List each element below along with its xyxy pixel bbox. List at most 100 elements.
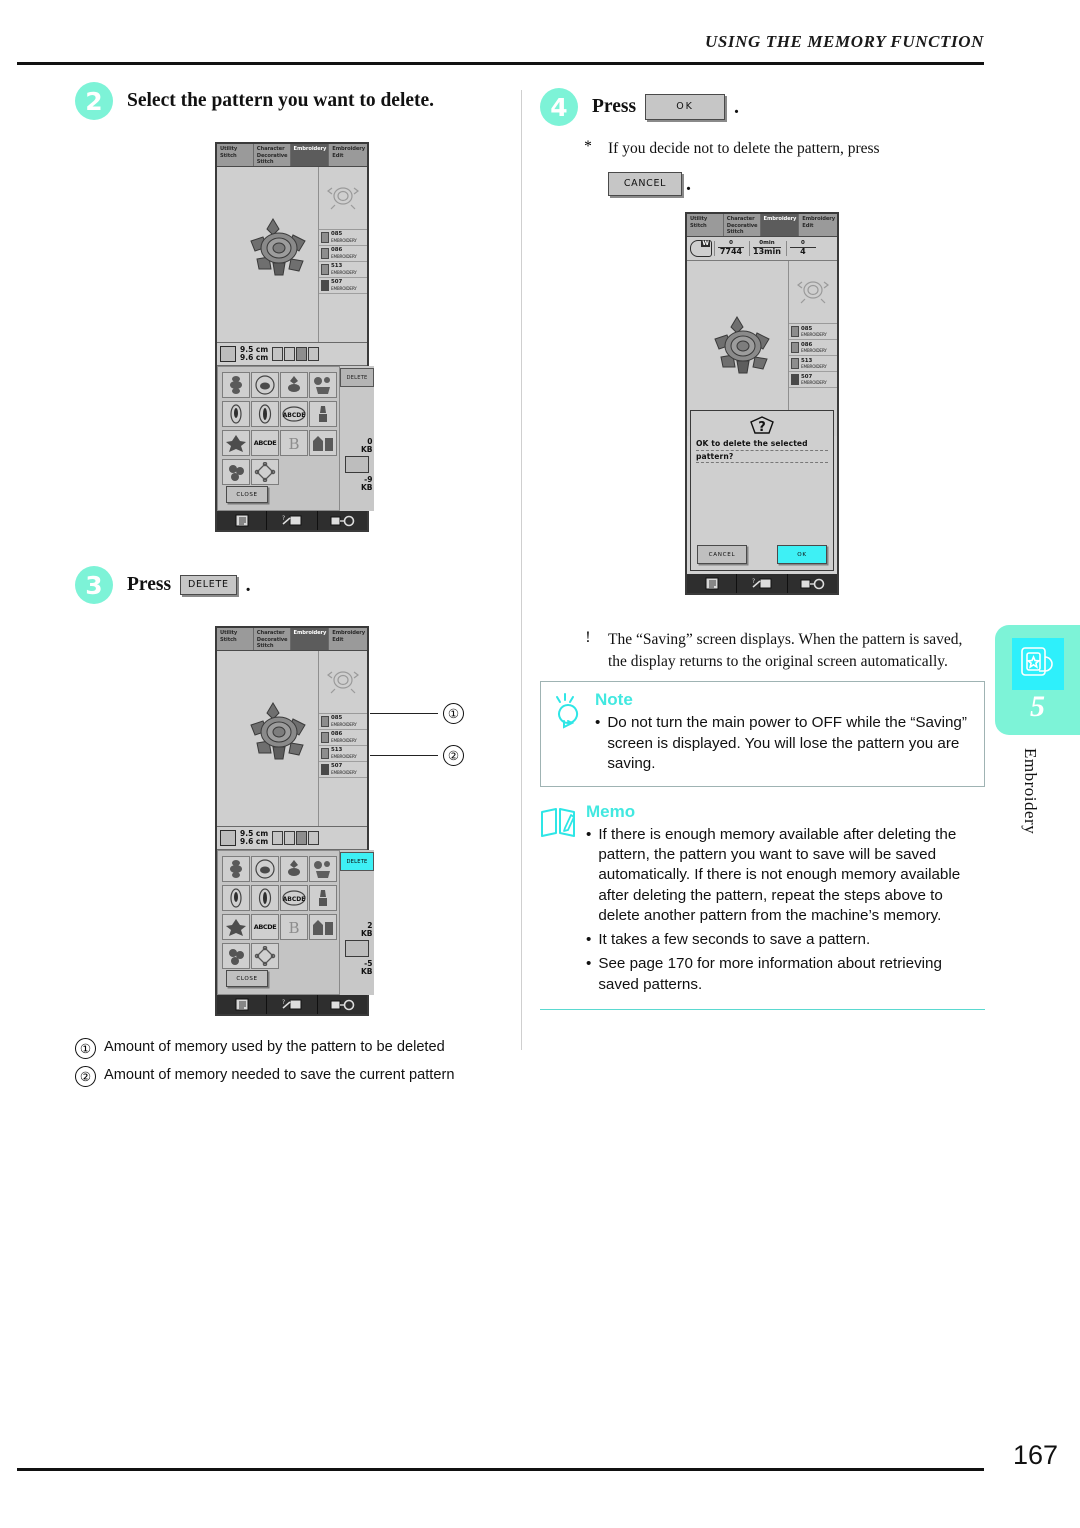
memory-used-unit: KB (360, 928, 373, 938)
thread-list-item[interactable]: 507 EMBROIDERY (319, 278, 367, 294)
pattern-cell[interactable] (222, 401, 250, 427)
needle-threader-icon[interactable]: ? (737, 574, 788, 594)
hoop-option[interactable] (284, 347, 296, 361)
presser-foot-icon[interactable] (318, 995, 367, 1014)
hoop-option-selected[interactable] (296, 831, 308, 845)
pattern-cell[interactable]: B (280, 430, 308, 456)
pattern-cell[interactable] (222, 885, 250, 911)
pattern-cell[interactable] (222, 459, 250, 485)
thread-list-item[interactable]: 086 EMBROIDERY (319, 246, 367, 262)
tab-embroidery[interactable]: Embroidery (290, 144, 330, 166)
pattern-cell[interactable] (280, 372, 308, 398)
tab-utility-stitch[interactable]: Utility Stitch (217, 144, 254, 166)
pattern-cell[interactable] (309, 885, 337, 911)
rose-pattern-graphic (243, 215, 315, 281)
pattern-cell[interactable] (251, 401, 279, 427)
pattern-cell[interactable] (309, 430, 337, 456)
pattern-cell[interactable]: ABCDE (280, 401, 308, 427)
pattern-cell[interactable]: B (280, 914, 308, 940)
dialog-cancel-button[interactable]: CANCEL (697, 545, 747, 565)
needle-threader-icon[interactable]: ? (267, 995, 318, 1014)
embroidery-canvas[interactable] (217, 167, 319, 342)
pattern-cell[interactable] (222, 914, 250, 940)
subnote-text: If you decide not to delete the pattern,… (608, 140, 880, 157)
thread-name: EMBROIDERY (331, 769, 357, 775)
delete-button-highlighted[interactable]: DELETE (340, 852, 374, 871)
tab-embroidery[interactable]: Embroidery (290, 628, 330, 650)
thread-list-item[interactable]: 513 EMBROIDERY (789, 356, 837, 373)
pattern-cell[interactable] (222, 856, 250, 882)
manual-icon[interactable] (217, 511, 268, 530)
spool-icon (321, 748, 329, 759)
pattern-cell[interactable] (222, 943, 250, 969)
pattern-cell[interactable] (309, 372, 337, 398)
tab-character-decorative-stitch[interactable]: Character Decorative Stitch (253, 144, 291, 166)
memory-used-unit: KB (360, 444, 373, 454)
hoop-option[interactable] (308, 831, 320, 845)
header-rule (17, 62, 984, 65)
svg-text:B: B (288, 919, 299, 937)
ok-key-glyph[interactable]: OK (645, 94, 726, 120)
hoop-option-selected[interactable] (296, 347, 308, 361)
callout-1: ① (443, 703, 464, 724)
hoop-option[interactable] (284, 831, 296, 845)
tab-character-decorative-stitch[interactable]: Character Decorative Stitch (253, 628, 291, 650)
embroidery-canvas[interactable] (217, 651, 319, 826)
thread-list-item[interactable]: 085 EMBROIDERY (319, 230, 367, 246)
tab-utility-stitch[interactable]: Utility Stitch (687, 214, 724, 237)
pattern-cell[interactable] (251, 885, 279, 911)
hoop-option[interactable] (308, 347, 320, 361)
hoop-size-selector[interactable] (272, 347, 320, 361)
thread-list-item[interactable]: 086 EMBROIDERY (789, 340, 837, 357)
tab-embroidery[interactable]: Embroidery (760, 214, 800, 237)
pattern-cell[interactable] (222, 430, 250, 456)
pattern-cell[interactable] (251, 943, 279, 969)
tab-utility-stitch[interactable]: Utility Stitch (217, 628, 254, 650)
hoop-option[interactable] (272, 831, 284, 845)
callout-1-number: ① (443, 703, 464, 724)
thread-list-item[interactable]: 513 EMBROIDERY (319, 262, 367, 278)
pattern-cell-abcde-selected[interactable]: ABCDE (251, 914, 279, 940)
press-label: Press (592, 96, 637, 117)
close-button[interactable]: CLOSE (226, 486, 268, 503)
hoop-option[interactable] (272, 347, 284, 361)
hoop-size-selector[interactable] (272, 831, 320, 845)
pattern-cell-abcde[interactable]: ABCDE (251, 430, 279, 456)
manual-icon[interactable] (217, 995, 268, 1014)
pattern-cell[interactable] (309, 914, 337, 940)
thread-list-item[interactable]: 085 EMBROIDERY (789, 324, 837, 341)
delete-key-glyph[interactable]: DELETE (180, 575, 237, 595)
pattern-cell[interactable]: ABCDE (280, 885, 308, 911)
pattern-cell[interactable] (309, 401, 337, 427)
thread-list-item[interactable]: 507 EMBROIDERY (789, 372, 837, 389)
pattern-cell[interactable] (251, 372, 279, 398)
spool-icon (321, 716, 329, 727)
pattern-cell[interactable] (309, 856, 337, 882)
thread-list-item[interactable]: 513 EMBROIDERY (319, 746, 367, 762)
delete-button[interactable]: DELETE (340, 368, 374, 387)
pattern-cell[interactable] (280, 856, 308, 882)
presser-foot-icon[interactable] (788, 574, 837, 593)
thread-list-item[interactable]: 507 EMBROIDERY (319, 762, 367, 778)
manual-icon[interactable] (687, 574, 738, 594)
thread-list-item[interactable]: 086 EMBROIDERY (319, 730, 367, 746)
memory-used-value: 2 KB (339, 922, 376, 937)
pattern-cell[interactable] (251, 459, 279, 485)
tab-character-decorative-stitch[interactable]: Character Decorative Stitch (723, 214, 761, 237)
cancel-key-glyph[interactable]: CANCEL (608, 172, 682, 196)
thread-list-item[interactable]: 085 EMBROIDERY (319, 714, 367, 730)
close-button[interactable]: CLOSE (226, 970, 268, 987)
confirm-dialog: ? OK to delete the selected pattern? CAN… (690, 410, 834, 572)
tab-embroidery-edit[interactable]: Embroidery Edit (799, 214, 837, 237)
dialog-ok-button[interactable]: OK (777, 545, 827, 565)
pattern-cell[interactable] (251, 856, 279, 882)
presser-foot-icon[interactable] (318, 511, 367, 530)
tab-embroidery-edit[interactable]: Embroidery Edit (329, 144, 367, 166)
tab-embroidery-edit[interactable]: Embroidery Edit (329, 628, 367, 650)
needle-threader-icon[interactable]: ? (267, 511, 318, 530)
pattern-cell[interactable] (222, 372, 250, 398)
rose-pattern-graphic (707, 313, 779, 379)
pattern-preview-thumb (319, 651, 367, 714)
lcd-screen-select-pattern: Utility Stitch Character Decorative Stit… (215, 142, 374, 532)
color-total: 4 (789, 247, 816, 256)
